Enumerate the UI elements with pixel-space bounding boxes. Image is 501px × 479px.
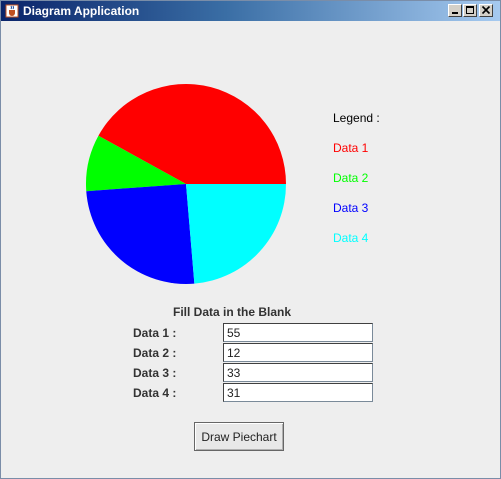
legend-item-data-4: Data 4 xyxy=(333,231,369,245)
data-2-input[interactable] xyxy=(223,343,373,362)
legend-item-data-3: Data 3 xyxy=(333,201,369,215)
draw-piechart-button[interactable]: Draw Piechart xyxy=(194,422,284,451)
data-4-label: Data 4 : xyxy=(133,386,177,400)
minimize-icon xyxy=(452,12,458,14)
java-cup-icon xyxy=(5,4,19,18)
data-3-label: Data 3 : xyxy=(133,366,177,380)
app-window: Diagram Application Legend : Data 1 Data… xyxy=(0,0,501,479)
close-button[interactable] xyxy=(479,4,493,17)
form-title: Fill Data in the Blank xyxy=(173,305,292,319)
data-1-input[interactable] xyxy=(223,323,373,342)
close-icon xyxy=(481,5,491,15)
data-4-input[interactable] xyxy=(223,383,373,402)
maximize-icon xyxy=(466,6,474,14)
legend-item-data-2: Data 2 xyxy=(333,171,369,185)
data-3-input[interactable] xyxy=(223,363,373,382)
maximize-button[interactable] xyxy=(463,4,477,17)
pie-slice-3 xyxy=(86,184,195,285)
legend-item-data-1: Data 1 xyxy=(333,141,369,155)
window-title: Diagram Application xyxy=(23,4,140,18)
pie-slice-4 xyxy=(186,184,286,284)
legend-heading: Legend : xyxy=(333,111,380,125)
data-1-label: Data 1 : xyxy=(133,326,177,340)
data-2-label: Data 2 : xyxy=(133,346,177,360)
pie-chart xyxy=(86,84,286,285)
title-bar[interactable]: Diagram Application xyxy=(1,1,500,21)
minimize-button[interactable] xyxy=(448,4,462,17)
